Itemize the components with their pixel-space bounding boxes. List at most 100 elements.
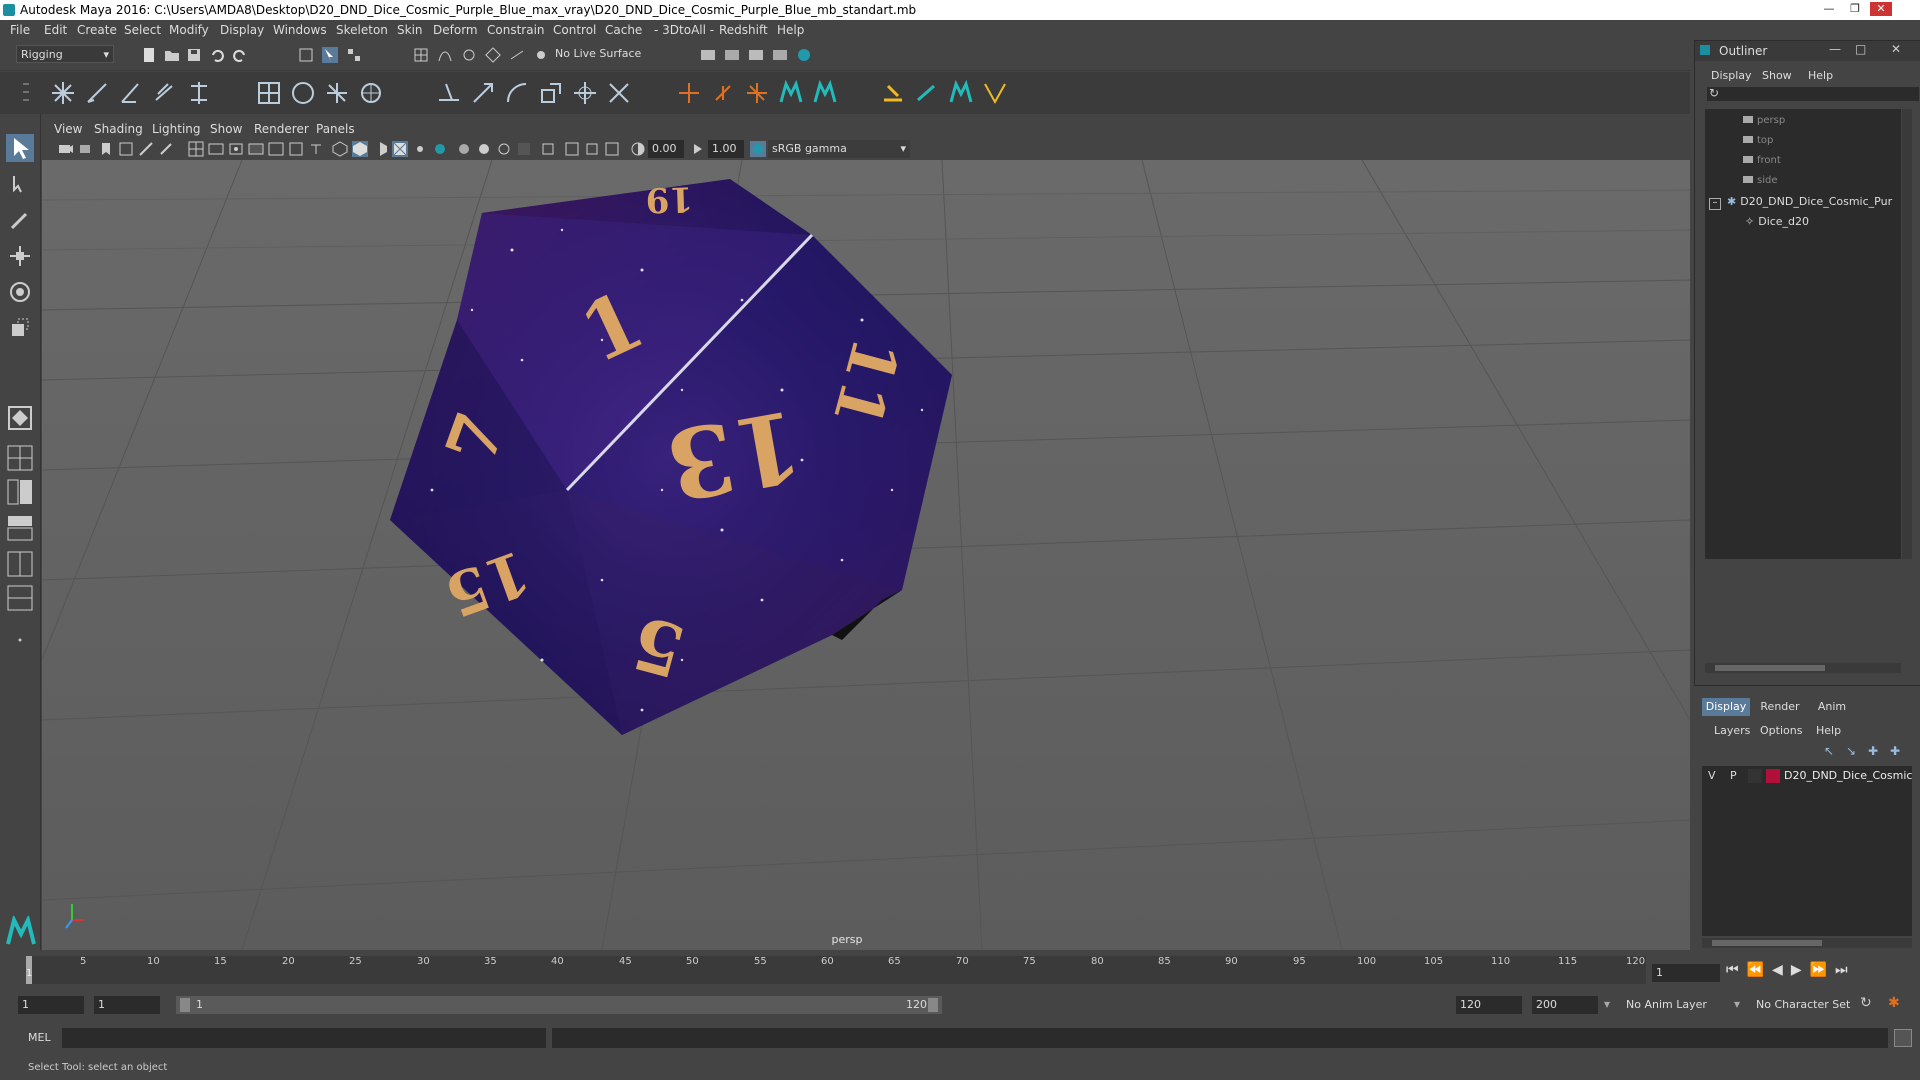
- smooth-shade-icon[interactable]: [352, 141, 368, 157]
- menu-windows[interactable]: Windows: [273, 23, 327, 37]
- snap-view-plane-icon[interactable]: [485, 47, 501, 63]
- time-slider[interactable]: 1 5 10 15 20 25 30 35 40 45 50 55 60 65 …: [0, 950, 1690, 990]
- mode-dropdown[interactable]: Rigging ▾: [16, 45, 114, 63]
- open-scene-icon[interactable]: [164, 47, 180, 63]
- new-scene-icon[interactable]: [141, 47, 157, 63]
- outliner-maximize-icon[interactable]: □: [1855, 42, 1866, 56]
- outliner-item-persp[interactable]: persp: [1743, 115, 1785, 126]
- menu-modify[interactable]: Modify: [169, 23, 209, 37]
- vp-menu-renderer[interactable]: Renderer: [254, 122, 309, 136]
- outliner-item-side[interactable]: side: [1743, 175, 1778, 186]
- gamma-icon[interactable]: [690, 141, 706, 157]
- snap-point-icon[interactable]: [461, 47, 477, 63]
- paint-select-icon[interactable]: [6, 206, 34, 234]
- menu-skin[interactable]: Skin: [397, 23, 423, 37]
- xray-icon[interactable]: [564, 141, 580, 157]
- parent-constraint-icon[interactable]: [436, 80, 462, 106]
- layers-menu-layers[interactable]: Layers: [1714, 724, 1750, 737]
- tab-render[interactable]: Render: [1754, 698, 1806, 716]
- layer-row[interactable]: V P D20_DND_Dice_Cosmic: [1702, 766, 1912, 786]
- 2d-pan-zoom-icon[interactable]: [138, 141, 154, 157]
- persp-outliner-layout-icon[interactable]: [6, 478, 34, 506]
- film-gate-icon[interactable]: [208, 141, 224, 157]
- new-layer-icon[interactable]: ✚: [1868, 744, 1878, 758]
- menu-control[interactable]: Control: [553, 23, 596, 37]
- human-ik-icon[interactable]: [778, 80, 804, 106]
- layers-menu-help[interactable]: Help: [1816, 724, 1841, 737]
- character-controls-icon[interactable]: [948, 80, 974, 106]
- make-live-icon[interactable]: [533, 47, 549, 63]
- live-surface-label[interactable]: No Live Surface: [555, 47, 641, 60]
- layer-playback-toggle[interactable]: P: [1730, 769, 1737, 782]
- outliner-item-top[interactable]: top: [1743, 135, 1773, 146]
- snap-curve-icon[interactable]: [437, 47, 453, 63]
- grid-toggle-icon[interactable]: [188, 141, 204, 157]
- orient-constraint-icon[interactable]: [504, 80, 530, 106]
- move-tool-icon[interactable]: [6, 242, 34, 270]
- render-settings-icon[interactable]: [772, 47, 788, 63]
- outliner-menu-help[interactable]: Help: [1808, 69, 1833, 82]
- depth-of-field-icon[interactable]: [516, 141, 532, 157]
- layers-menu-options[interactable]: Options: [1760, 724, 1802, 737]
- textured-icon[interactable]: [392, 141, 408, 157]
- refresh-icon[interactable]: ↻: [1709, 86, 1719, 100]
- bookmark-icon[interactable]: [98, 141, 114, 157]
- minimize-icon[interactable]: —: [1818, 2, 1840, 16]
- scale-tool-icon[interactable]: [6, 314, 34, 342]
- ik-handle-icon[interactable]: [84, 80, 110, 106]
- time-slider-track[interactable]: 1 5 10 15 20 25 30 35 40 45 50 55 60 65 …: [26, 956, 1646, 984]
- step-back-key-icon[interactable]: ⏪: [1747, 962, 1772, 978]
- grease-pencil-icon[interactable]: [158, 141, 174, 157]
- single-perspective-layout-icon[interactable]: [6, 404, 34, 432]
- shelf-menu-icon[interactable]: [22, 78, 30, 108]
- ipr-render-icon[interactable]: [748, 47, 764, 63]
- chevron-down-icon[interactable]: ▾: [1734, 997, 1740, 1011]
- move-layer-up-icon[interactable]: ↖: [1824, 744, 1834, 758]
- character-set-dropdown[interactable]: No Character Set: [1756, 998, 1850, 1011]
- aim-constraint-icon[interactable]: [572, 80, 598, 106]
- menu-redshift[interactable]: Redshift: [719, 23, 768, 37]
- safe-action-icon[interactable]: [288, 141, 304, 157]
- snap-live-icon[interactable]: [509, 47, 525, 63]
- script-language-label[interactable]: MEL: [28, 1031, 51, 1044]
- hypershade-layout-icon[interactable]: [6, 550, 34, 578]
- start-time-field[interactable]: 1: [18, 996, 84, 1014]
- select-by-component-icon[interactable]: [346, 47, 362, 63]
- outliner-search-input[interactable]: [1707, 87, 1919, 101]
- select-tool-icon[interactable]: [6, 134, 34, 162]
- end-time-field[interactable]: 200: [1532, 996, 1598, 1014]
- outliner-minimize-icon[interactable]: —: [1829, 42, 1841, 56]
- select-by-hierarchy-icon[interactable]: [298, 47, 314, 63]
- isolate-select-icon[interactable]: [540, 141, 556, 157]
- undo-icon[interactable]: [209, 47, 225, 63]
- xray-joints-icon[interactable]: [584, 141, 600, 157]
- redo-icon[interactable]: [232, 47, 248, 63]
- menu-help[interactable]: Help: [777, 23, 804, 37]
- motion-blur-icon[interactable]: [476, 141, 492, 157]
- outliner-hscrollbar[interactable]: [1705, 663, 1901, 673]
- menu-file[interactable]: File: [10, 23, 30, 37]
- step-forward-key-icon[interactable]: ⏩: [1810, 962, 1835, 978]
- field-chart-icon[interactable]: [268, 141, 284, 157]
- menu-cache[interactable]: Cache: [605, 23, 642, 37]
- range-slider-start-handle[interactable]: [180, 998, 190, 1012]
- wrap-icon[interactable]: [914, 80, 940, 106]
- vp-menu-panels[interactable]: Panels: [316, 122, 355, 136]
- exposure-icon[interactable]: [630, 141, 646, 157]
- go-to-end-icon[interactable]: ⏭: [1835, 962, 1856, 978]
- gamma-field[interactable]: 1.00: [708, 140, 744, 158]
- range-end-field[interactable]: 120: [1456, 996, 1522, 1014]
- joint-tool-icon[interactable]: [50, 80, 76, 106]
- four-view-layout-icon[interactable]: [6, 444, 34, 472]
- range-slider[interactable]: 1 120: [176, 996, 942, 1014]
- layer-visibility-toggle[interactable]: V: [1708, 769, 1716, 782]
- vp-menu-shading[interactable]: Shading: [94, 122, 143, 136]
- layer-type-toggle[interactable]: [1748, 769, 1762, 783]
- current-frame-field[interactable]: 1: [1652, 964, 1720, 982]
- menu-deform[interactable]: Deform: [433, 23, 478, 37]
- v-tool-icon[interactable]: [982, 80, 1008, 106]
- persp-uv-layout-icon[interactable]: [6, 584, 34, 612]
- default-material-icon[interactable]: [372, 141, 388, 157]
- shadows-icon[interactable]: [432, 141, 448, 157]
- insert-joint-icon[interactable]: [152, 80, 178, 106]
